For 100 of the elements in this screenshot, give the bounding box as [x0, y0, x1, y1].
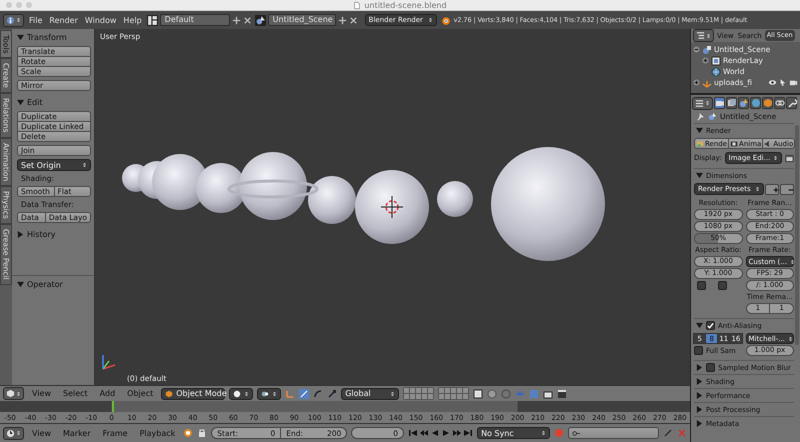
checkbox[interactable]	[706, 363, 715, 372]
scene-field[interactable]: Untitled_Scene	[268, 14, 336, 26]
lock-icon[interactable]	[197, 428, 208, 438]
menu-item[interactable]: Marker	[58, 428, 95, 438]
add-icon[interactable]	[338, 16, 347, 24]
plus-icon[interactable]	[702, 57, 709, 64]
scale-icon[interactable]	[327, 388, 338, 398]
move-icon[interactable]	[299, 388, 310, 398]
triangle-icon[interactable]	[696, 322, 703, 329]
clock-icon	[6, 428, 15, 438]
eye-icon[interactable]	[768, 78, 777, 87]
minus-icon[interactable]	[693, 46, 700, 53]
checkbox[interactable]	[697, 281, 706, 290]
checkbox[interactable]	[706, 321, 715, 330]
keying-set-field[interactable]	[568, 427, 659, 439]
checkbox[interactable]	[694, 346, 703, 355]
triangle-icon[interactable]	[17, 34, 24, 41]
blender-logo-icon	[440, 14, 451, 26]
shading-dropdown[interactable]	[229, 388, 254, 400]
triangle-icon[interactable]	[696, 406, 703, 413]
panel-title[interactable]: History	[27, 230, 56, 239]
insert-keyframe-icon[interactable]	[663, 428, 673, 438]
pivot-icon	[261, 390, 270, 398]
film-icon	[730, 140, 738, 148]
editor-type-button[interactable]	[692, 96, 713, 110]
panel-title[interactable]: Edit	[27, 98, 42, 107]
layers-icon[interactable]	[711, 56, 721, 66]
cube-icon	[165, 390, 174, 398]
triangle-icon[interactable]	[17, 99, 24, 106]
3d-cursor-icon	[380, 196, 404, 218]
pointer-icon[interactable]	[779, 78, 787, 87]
menu-item[interactable]: Frame	[98, 428, 132, 438]
render-icon[interactable]	[543, 388, 554, 398]
scene-icon[interactable]	[254, 14, 266, 26]
mode-dropdown[interactable]: Object Mode	[161, 388, 226, 400]
menu-item[interactable]: Add	[96, 389, 120, 398]
close-icon[interactable]	[348, 16, 358, 24]
updown-arrows-icon	[788, 334, 793, 342]
scene-icon	[708, 112, 717, 121]
preview-range-icon[interactable]	[183, 428, 194, 438]
menu-item[interactable]: Playback	[136, 428, 180, 438]
updown-arrows-icon	[16, 390, 21, 398]
menu-item[interactable]: Help	[121, 16, 144, 24]
panel-title[interactable]: Transform	[27, 33, 67, 42]
triangle-icon[interactable]	[17, 281, 24, 288]
previous-keyframe-icon[interactable]	[419, 428, 430, 438]
vertical-scrollbar[interactable]	[795, 125, 799, 345]
camera-icon[interactable]	[789, 78, 798, 87]
rotate-icon[interactable]	[313, 388, 324, 398]
editor-type-button[interactable]	[693, 29, 714, 42]
close-icon[interactable]	[242, 16, 252, 24]
add-icon[interactable]	[232, 16, 241, 24]
panel-title[interactable]: Operator	[27, 280, 63, 289]
layout-field[interactable]: Default	[160, 14, 230, 26]
triangle-icon[interactable]	[696, 378, 703, 385]
globe-icon[interactable]	[711, 66, 721, 76]
editor-type-button[interactable]	[3, 14, 24, 26]
cube-icon	[6, 389, 15, 398]
editor-type-button[interactable]	[3, 426, 24, 440]
properties-icon	[695, 98, 704, 108]
scene-icon[interactable]	[702, 44, 712, 54]
updown-arrows-icon	[540, 429, 546, 437]
clapper-icon[interactable]	[557, 388, 568, 398]
document-icon	[353, 0, 362, 10]
editor-type-button[interactable]	[3, 387, 24, 400]
triangle-icon[interactable]	[696, 127, 703, 134]
sphere-icon	[233, 390, 242, 398]
triangle-icon[interactable]	[696, 392, 703, 399]
menu-item[interactable]: Object	[123, 389, 158, 398]
triangle-icon[interactable]	[696, 172, 703, 179]
menu-item[interactable]: Render	[47, 16, 80, 24]
menu-item[interactable]: View	[28, 389, 55, 398]
menu-item[interactable]: Window	[82, 16, 118, 24]
updown-arrows-icon	[428, 16, 433, 24]
triangle-icon[interactable]	[17, 231, 24, 238]
set-origin-dropdown[interactable]: Set Origin	[17, 159, 91, 171]
pivot-dropdown[interactable]	[257, 388, 282, 400]
plus-icon[interactable]	[693, 79, 700, 86]
menu-item[interactable]: File	[27, 16, 44, 24]
checkbox[interactable]	[718, 281, 727, 290]
layer-lock-icon[interactable]	[473, 388, 484, 398]
updown-arrows-icon	[390, 390, 396, 398]
proportional-edit-icon[interactable]	[487, 388, 498, 398]
plus-icon	[772, 186, 780, 194]
image-icon	[696, 140, 704, 148]
updown-arrows-icon	[773, 154, 778, 162]
add-preset-button[interactable]	[765, 184, 779, 194]
remove-preset-button[interactable]	[780, 184, 794, 194]
menu-item[interactable]: View	[28, 428, 55, 438]
triangle-icon[interactable]	[696, 420, 703, 427]
pin-icon[interactable]	[696, 112, 705, 121]
screen-layout-icon[interactable]	[146, 14, 158, 26]
updown-arrows-icon	[705, 99, 710, 107]
updown-arrows-icon	[755, 185, 760, 193]
triangle-icon[interactable]	[696, 364, 703, 371]
menu-item[interactable]: Select	[58, 389, 92, 398]
next-keyframe-icon[interactable]	[452, 428, 462, 438]
sync-dropdown[interactable]: No Sync	[477, 427, 550, 439]
window-icon[interactable]	[785, 153, 794, 163]
orientation-dropdown[interactable]: Global	[341, 388, 400, 400]
